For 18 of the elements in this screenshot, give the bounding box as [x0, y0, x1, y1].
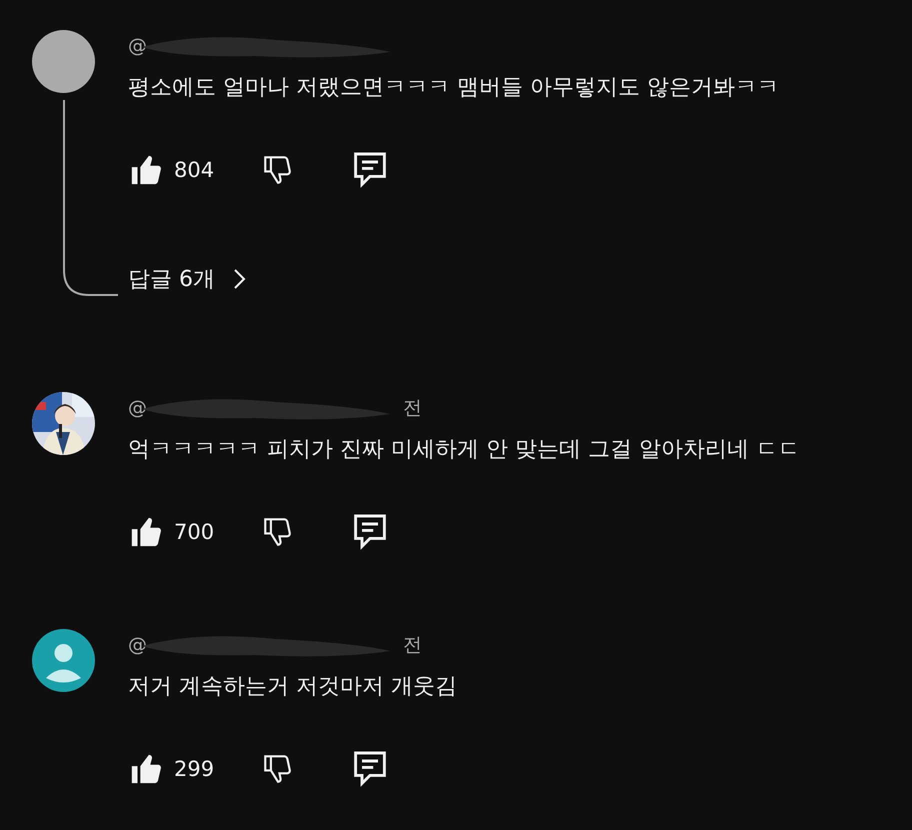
comment-text: 저거 계속하는거 저것마저 개웃김 — [128, 673, 458, 701]
like-count: 700 — [174, 520, 216, 544]
comment-text: 억ㅋㅋㅋㅋㅋ 피치가 진짜 미세하게 안 맞는데 그걸 알아차리네 ㄷㄷ — [128, 436, 801, 464]
comment-icon[interactable] — [354, 152, 386, 188]
author-name[interactable]: @ — [128, 397, 147, 419]
chevron-right-icon — [233, 268, 247, 290]
avatar[interactable] — [32, 629, 95, 692]
comment-text: 평소에도 얼마나 저랬으면ㅋㅋㅋ 맴버들 아무렇지도 않은거봐ㅋㅋ — [128, 74, 780, 102]
timestamp: 전 — [403, 396, 422, 421]
replies-button[interactable]: 답글 6개 — [128, 264, 247, 294]
author-name[interactable]: @ — [128, 35, 147, 57]
comment-icon[interactable] — [354, 751, 386, 787]
timestamp: 전 — [403, 633, 422, 658]
like-count: 299 — [174, 757, 216, 781]
author-name[interactable]: @ — [128, 634, 147, 656]
comment-icon[interactable] — [354, 514, 386, 550]
avatar[interactable] — [32, 30, 95, 93]
like-count: 804 — [174, 158, 216, 182]
